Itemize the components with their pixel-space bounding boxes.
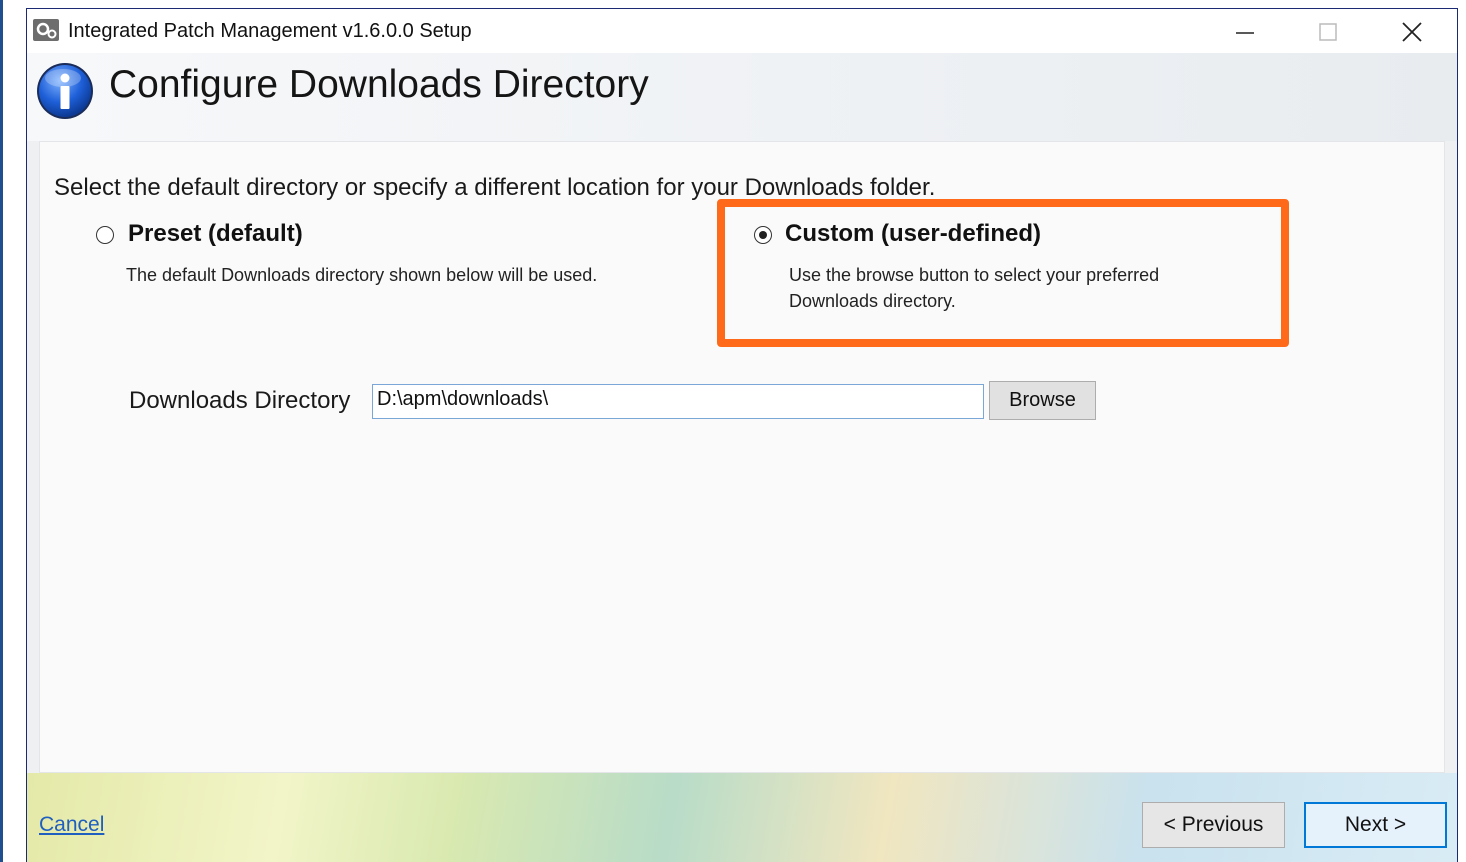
preset-description: The default Downloads directory shown be… (126, 265, 598, 285)
browse-button[interactable]: Browse (989, 381, 1096, 420)
maximize-icon (1319, 23, 1337, 41)
close-icon (1402, 22, 1422, 42)
info-icon (37, 63, 93, 119)
screen-edge (0, 0, 3, 862)
downloads-directory-input[interactable]: D:\apm\downloads\ (372, 384, 984, 419)
page-title: Configure Downloads Directory (109, 63, 649, 106)
maximize-button[interactable] (1305, 13, 1351, 51)
downloads-directory-label: Downloads Directory (129, 387, 351, 414)
instruction-text: Select the default directory or specify … (54, 174, 936, 201)
next-button[interactable]: Next > (1304, 802, 1447, 848)
minimize-icon (1236, 32, 1254, 34)
window-title: Integrated Patch Management v1.6.0.0 Set… (68, 20, 472, 42)
preset-radio[interactable] (96, 226, 114, 244)
title-bar: Integrated Patch Management v1.6.0.0 Set… (27, 9, 1457, 53)
cancel-link[interactable]: Cancel (39, 813, 104, 837)
setup-window: Integrated Patch Management v1.6.0.0 Set… (26, 8, 1458, 862)
app-icon (33, 19, 59, 41)
previous-button[interactable]: < Previous (1142, 802, 1285, 848)
minimize-button[interactable] (1222, 13, 1268, 51)
preset-label[interactable]: Preset (default) (128, 220, 303, 248)
close-button[interactable] (1389, 13, 1435, 51)
highlight-box (717, 199, 1289, 347)
